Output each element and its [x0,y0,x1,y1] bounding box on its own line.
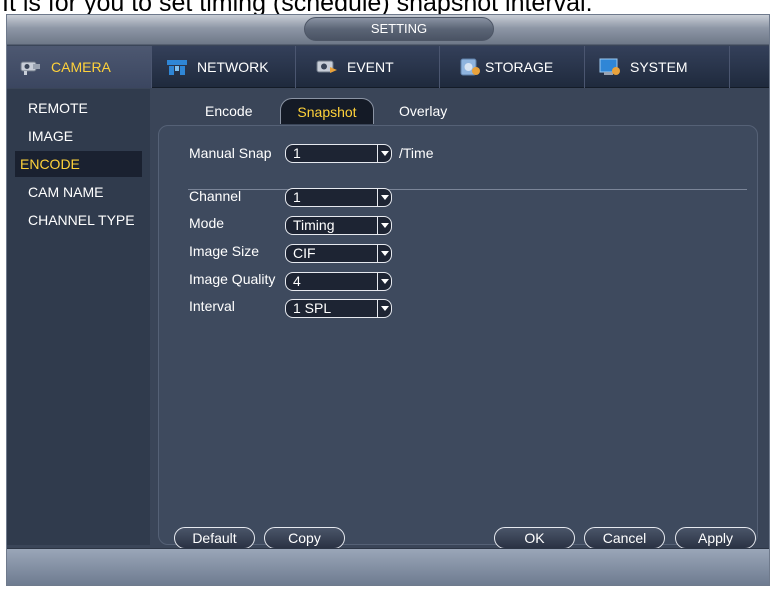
tab-camera-label: CAMERA [51,59,111,75]
manual-snap-value: 1 [293,145,301,161]
tab-encode[interactable]: Encode [191,98,266,124]
channel-select[interactable]: 1 [285,188,392,207]
divider [188,189,747,190]
image-size-select[interactable]: CIF [285,244,392,263]
manual-snap-unit: /Time [399,145,434,161]
ok-button[interactable]: OK [494,527,575,549]
chevron-down-icon [377,217,391,234]
sidebar: REMOTE IMAGE ENCODE CAM NAME CHANNEL TYP… [7,89,150,545]
chevron-down-icon [377,189,391,206]
settings-panel [158,125,758,545]
chevron-down-icon [377,145,391,162]
tab-storage-label: STORAGE [485,59,554,75]
sidebar-item-encode[interactable]: ENCODE [15,151,142,177]
settings-window: SETTING CAMERA NETWORK EVENT STORAGE SYS… [6,14,770,586]
sidebar-item-channel-type[interactable]: CHANNEL TYPE [15,207,142,233]
window-title: SETTING [304,17,494,41]
tab-network-label: NETWORK [197,59,269,75]
cancel-button[interactable]: Cancel [584,527,665,549]
image-quality-select[interactable]: 4 [285,272,392,291]
camera-icon [19,57,43,77]
mode-value: Timing [293,217,335,233]
channel-label: Channel [189,188,242,204]
storage-icon [459,57,483,77]
chevron-down-icon [377,273,391,290]
title-bar: SETTING [7,15,769,45]
event-icon [315,57,339,77]
network-icon [165,57,189,77]
mode-select[interactable]: Timing [285,216,392,235]
interval-label: Interval [189,298,235,314]
image-quality-label: Image Quality [189,271,276,287]
mode-label: Mode [189,215,225,231]
copy-button[interactable]: Copy [264,527,345,549]
chevron-down-icon [377,300,391,317]
tab-snapshot[interactable]: Snapshot [280,98,374,124]
tab-event[interactable]: EVENT [297,46,440,88]
main-tab-bar: CAMERA NETWORK EVENT STORAGE SYSTEM [7,46,769,88]
tab-overlay[interactable]: Overlay [385,98,461,124]
interval-value: 1 SPL [293,300,332,316]
sidebar-item-image[interactable]: IMAGE [15,123,142,149]
chevron-down-icon [377,245,391,262]
tab-camera[interactable]: CAMERA [7,46,152,88]
tab-network[interactable]: NETWORK [153,46,296,88]
image-size-value: CIF [293,245,316,261]
image-quality-value: 4 [293,273,301,289]
tab-system-label: SYSTEM [630,59,688,75]
tab-storage[interactable]: STORAGE [441,46,585,88]
sidebar-item-remote[interactable]: REMOTE [15,95,142,121]
default-button[interactable]: Default [174,527,255,549]
image-size-label: Image Size [189,243,260,259]
sidebar-item-cam-name[interactable]: CAM NAME [15,179,142,205]
tab-event-label: EVENT [347,59,394,75]
apply-button[interactable]: Apply [675,527,756,549]
manual-snap-label: Manual Snap [189,145,272,161]
status-bar [7,548,769,585]
system-icon [598,57,622,77]
tab-system[interactable]: SYSTEM [586,46,730,88]
manual-snap-select[interactable]: 1 [285,144,392,163]
channel-value: 1 [293,189,301,205]
interval-select[interactable]: 1 SPL [285,299,392,318]
